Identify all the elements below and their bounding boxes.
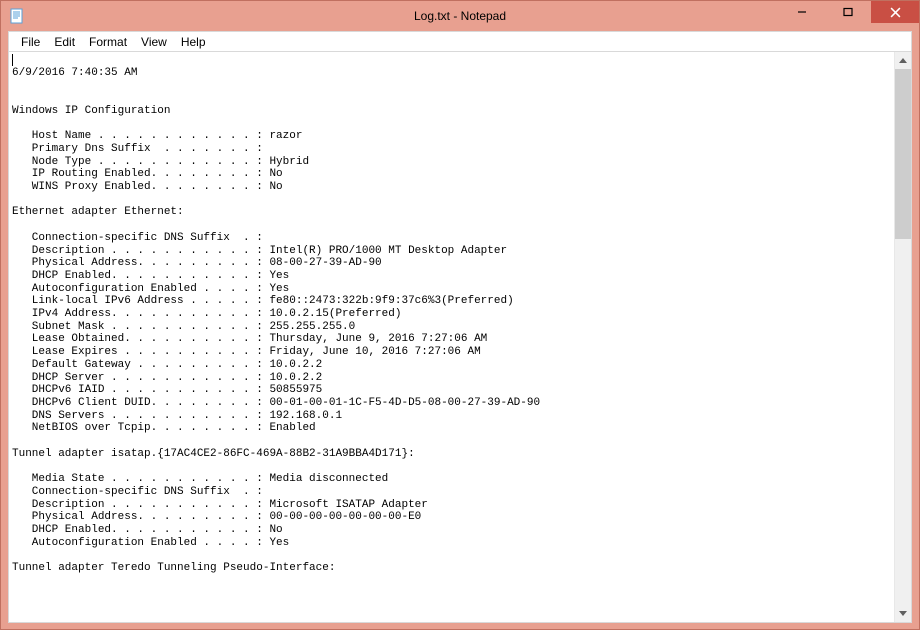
menu-help[interactable]: Help	[174, 34, 213, 50]
menu-format[interactable]: Format	[82, 34, 134, 50]
menu-file[interactable]: File	[14, 34, 47, 50]
menubar: File Edit Format View Help	[8, 31, 912, 51]
scroll-down-arrow[interactable]	[895, 605, 911, 622]
window-controls	[779, 1, 919, 23]
close-button[interactable]	[871, 1, 919, 23]
scroll-track[interactable]	[895, 69, 911, 605]
editor-content: 6/9/2016 7:40:35 AM Windows IP Configura…	[12, 67, 540, 574]
text-editor[interactable]: 6/9/2016 7:40:35 AM Windows IP Configura…	[9, 52, 894, 622]
menu-view[interactable]: View	[134, 34, 174, 50]
maximize-button[interactable]	[825, 1, 871, 23]
text-cursor	[12, 54, 13, 66]
vertical-scrollbar[interactable]	[894, 52, 911, 622]
menu-edit[interactable]: Edit	[47, 34, 82, 50]
scroll-thumb[interactable]	[895, 69, 911, 239]
titlebar[interactable]: Log.txt - Notepad	[1, 1, 919, 31]
editor-container: 6/9/2016 7:40:35 AM Windows IP Configura…	[8, 51, 912, 623]
scroll-up-arrow[interactable]	[895, 52, 911, 69]
window-title: Log.txt - Notepad	[414, 9, 506, 23]
minimize-button[interactable]	[779, 1, 825, 23]
notepad-icon	[9, 8, 25, 24]
